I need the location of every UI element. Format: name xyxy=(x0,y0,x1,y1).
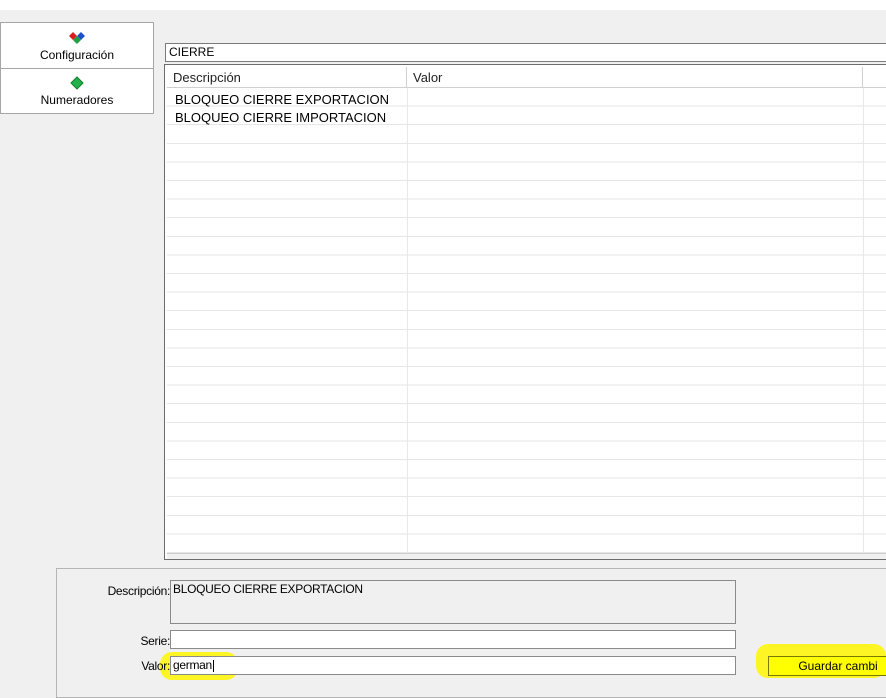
column-header-descripcion[interactable]: Descripción xyxy=(167,67,407,87)
grid-rows: BLOQUEO CIERRE EXPORTACION BLOQUEO CIERR… xyxy=(167,88,886,555)
row-descripcion: BLOQUEO CIERRE IMPORTACION xyxy=(175,110,387,125)
category-field[interactable]: CIERRE xyxy=(165,43,886,62)
diamond-multicolor-icon xyxy=(68,30,86,46)
descripcion-label: Descripción: xyxy=(107,584,171,598)
serie-label: Serie: xyxy=(140,634,170,648)
grid-column-divider xyxy=(863,88,864,555)
guardar-cambios-button[interactable]: Guardar cambi xyxy=(768,656,886,676)
table-row[interactable]: BLOQUEO CIERRE IMPORTACION xyxy=(167,111,386,125)
nav-numeradores-label: Numeradores xyxy=(40,93,114,107)
config-grid[interactable]: Descripción Valor BLOQUEO CIERRE EXPORTA… xyxy=(164,64,886,560)
diamond-green-icon xyxy=(70,75,84,91)
nav-configuracion[interactable]: Configuración xyxy=(0,22,154,68)
nav-configuracion-label: Configuración xyxy=(39,47,115,62)
serie-field[interactable] xyxy=(170,630,736,649)
row-descripcion: BLOQUEO CIERRE EXPORTACION xyxy=(175,92,390,107)
table-row[interactable]: BLOQUEO CIERRE EXPORTACION xyxy=(167,93,389,107)
descripcion-field: BLOQUEO CIERRE EXPORTACION xyxy=(170,580,736,624)
text-caret xyxy=(212,659,214,672)
valor-field-text: german xyxy=(173,658,212,672)
column-header-filler xyxy=(863,67,886,87)
column-header-valor[interactable]: Valor xyxy=(407,67,863,87)
valor-label: Valor: xyxy=(141,659,170,673)
nav-numeradores[interactable]: Numeradores xyxy=(0,68,154,114)
grid-column-divider xyxy=(407,88,408,555)
grid-header: Descripción Valor xyxy=(167,67,886,88)
top-strip xyxy=(0,0,886,10)
valor-field[interactable]: german xyxy=(170,656,736,675)
grid-scroll-area[interactable] xyxy=(167,553,886,559)
